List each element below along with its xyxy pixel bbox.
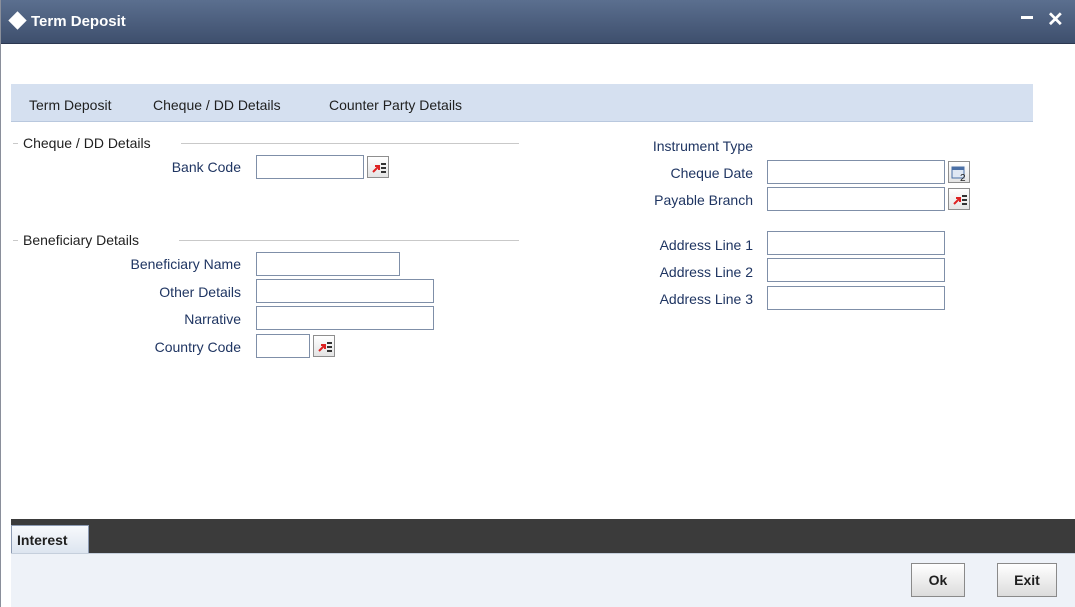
country-code-field[interactable] [256,334,310,358]
section-dash [13,143,18,144]
close-icon[interactable]: ✕ [1047,10,1064,30]
address-line-2-field[interactable] [767,258,945,282]
tab-bar: Term Deposit Cheque / DD Details Counter… [11,84,1033,122]
section-divider [181,143,519,144]
tab-cheque-dd-details[interactable]: Cheque / DD Details [153,97,281,113]
cheque-section-title: Cheque / DD Details [23,135,151,151]
instrument-type-label: Instrument Type [652,138,753,154]
payable-branch-label: Payable Branch [654,192,753,208]
payable-branch-field[interactable] [767,187,945,211]
title-bar: Term Deposit ✕ [1,0,1075,44]
address-line-1-label: Address Line 1 [659,237,753,253]
payable-branch-lov-icon[interactable] [948,188,970,210]
narrative-label: Narrative [184,311,241,327]
tab-counter-party-details[interactable]: Counter Party Details [329,97,462,113]
bank-code-lov-icon[interactable] [367,156,389,178]
minimize-icon[interactable] [1021,16,1033,19]
exit-button[interactable]: Exit [997,563,1057,597]
address-line-2-label: Address Line 2 [659,264,753,280]
subtab-bar [11,519,1075,553]
svg-text:2: 2 [960,173,966,182]
section-dash [13,240,18,241]
calendar-icon[interactable]: 2 [948,161,970,183]
other-details-label: Other Details [159,284,241,300]
tab-term-deposit[interactable]: Term Deposit [29,97,111,113]
address-line-3-label: Address Line 3 [659,291,753,307]
narrative-field[interactable] [256,306,434,330]
term-deposit-window: Term Deposit ✕ Term Deposit Cheque / DD … [0,0,1075,607]
country-code-lov-icon[interactable] [313,335,335,357]
bank-code-label: Bank Code [171,159,241,175]
bank-code-field[interactable] [256,155,364,179]
section-divider [179,240,519,241]
beneficiary-section-title: Beneficiary Details [23,232,139,248]
other-details-field[interactable] [256,279,434,303]
ok-button[interactable]: Ok [911,563,965,597]
beneficiary-name-label: Beneficiary Name [130,256,242,272]
diamond-icon [8,11,27,30]
beneficiary-name-field[interactable] [256,252,400,276]
address-line-3-field[interactable] [767,286,945,310]
cheque-date-label: Cheque Date [670,165,753,181]
country-code-label: Country Code [154,339,241,355]
subtab-interest[interactable]: Interest [11,525,89,553]
window-title: Term Deposit [31,13,126,30]
address-line-1-field[interactable] [767,231,945,255]
cheque-date-field[interactable] [767,160,945,184]
